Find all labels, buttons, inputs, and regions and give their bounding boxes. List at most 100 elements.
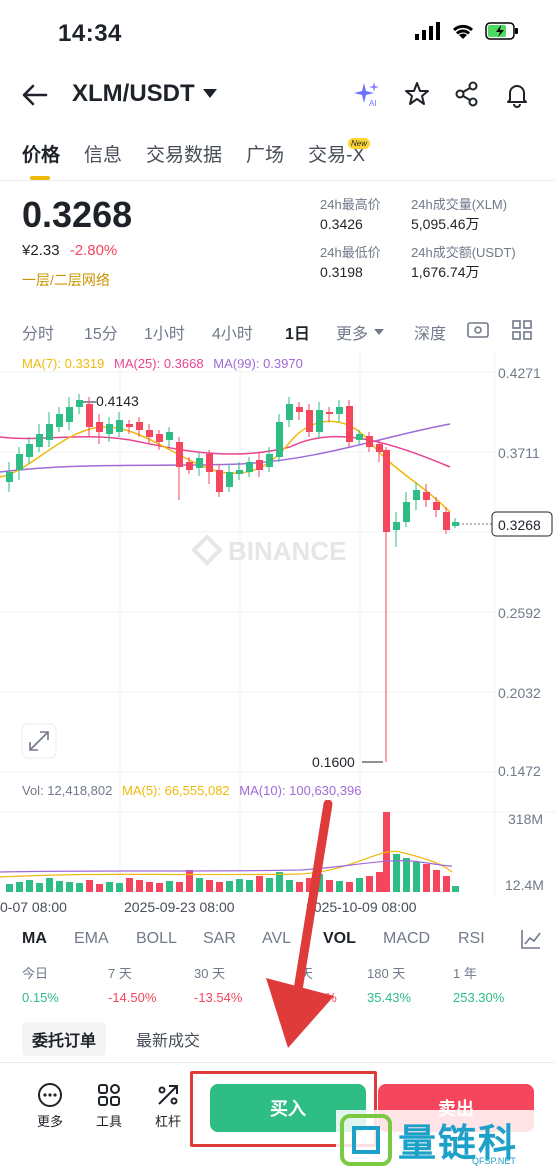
perf-value: 0.15% [22,990,59,1005]
candles-group [6,394,459,762]
ai-sparkle-icon[interactable]: AI [353,80,381,108]
y-tick: 0.4271 [498,365,541,381]
last-price: 0.3268 [22,194,133,235]
perf-180d: 180 天 35.43% [367,963,411,1005]
x-tick: 0-07 08:00 [0,899,67,915]
y-tick: 0.2032 [498,685,541,701]
indicator-ma[interactable]: MA [22,930,47,948]
candle-body [176,442,183,467]
high-marker: 0.4143 [96,393,139,409]
tab-latest-trades[interactable]: 最新成交 [136,1027,200,1051]
vol-ma10: MA(10): 100,630,396 [239,783,362,798]
interval-15m[interactable]: 15分 [84,320,118,344]
volume-bar [116,883,123,892]
candle-body [16,454,23,470]
annotation-arrow [266,800,334,1048]
volume-bar [6,884,13,892]
candle-body [356,434,363,440]
candle-body [66,407,73,422]
perf-value: 253.30% [453,990,505,1005]
stat-value: 0.3426 [320,216,363,232]
vol-y-max: 318M [508,811,543,827]
header-actions: AI [353,80,531,108]
tab-open-orders[interactable]: 委托订单 [22,1022,107,1056]
tab-trading-data[interactable]: 交易数据 [146,140,222,167]
bell-icon[interactable] [503,80,531,108]
volume-bar [216,882,223,892]
brand-site: QFSP.NET [472,1156,516,1166]
volume-bar [126,878,133,892]
more-label: 更多 [36,1114,63,1129]
candle-body [76,400,83,407]
share-icon[interactable] [453,80,481,108]
candle-body [166,432,173,440]
wifi-icon [452,24,474,39]
caret-down-icon [374,329,385,335]
stat-label: 24h成交量(XLM) [411,197,508,212]
candle-body [393,522,400,530]
leverage-button[interactable]: 杠杆 [148,1082,188,1130]
divider [0,1062,555,1063]
stat-value: 0.3198 [320,264,363,280]
interval-1d[interactable]: 1日 [285,320,310,344]
volume-bar [393,854,400,892]
chart-settings-icon[interactable] [467,320,489,340]
candle-body [433,502,440,510]
volume-bar [146,882,153,892]
interval-4h[interactable]: 4小时 [212,320,253,344]
price-cny: ¥2.33 [22,242,60,259]
vol-y-min: 12.4M [505,877,544,893]
candle-body [336,407,343,414]
candle-body [106,424,113,434]
back-arrow-icon[interactable] [20,80,50,110]
tools-button[interactable]: 工具 [89,1082,129,1130]
candle-body [306,410,313,432]
tab-square[interactable]: 广场 [246,140,284,167]
leverage-label: 杠杆 [154,1114,181,1129]
expand-chart-icon[interactable] [21,723,57,759]
volume-bar [26,880,33,892]
volume-bar [76,883,83,892]
stat-24h-vol-usdt: 24h成交额(USDT) 1,676.74万 [411,246,516,279]
perf-value: 35.43% [367,990,412,1005]
star-icon[interactable] [403,80,431,108]
tab-price[interactable]: 价格 [22,140,60,167]
indicator-ema[interactable]: EMA [74,930,109,948]
network-tag[interactable]: 一层/二层网络 [22,270,110,290]
interval-1m[interactable]: 分时 [22,320,54,344]
indicator-sar[interactable]: SAR [203,930,236,948]
candle-body [146,430,153,437]
more-button[interactable]: 更多 [30,1082,70,1130]
volume-bar [376,872,383,892]
perf-7d: 7 天 -14.50% [108,963,156,1005]
candle-body [96,422,103,432]
vol-ma5: MA(5): 66,555,082 [121,783,230,798]
volume-bar [56,881,63,892]
tab-info[interactable]: 信息 [84,140,122,167]
volume-bar [452,886,459,892]
candle-body [226,472,233,487]
indicator-macd[interactable]: MACD [383,930,430,948]
volume-bar [86,880,93,892]
candle-body [26,444,33,457]
volume-bar [226,881,233,892]
vol-value: Vol: 12,418,802 [22,783,113,798]
indicator-rsi[interactable]: RSI [458,930,485,948]
x-tick: 2025-09-23 08:00 [124,899,235,915]
pair-selector[interactable]: XLM/USDT [72,80,217,108]
grid-layout-icon[interactable] [512,320,532,340]
interval-1h[interactable]: 1小时 [144,320,185,344]
divider [0,180,555,181]
candle-body [196,458,203,468]
candle-body [276,422,283,457]
indicator-settings-icon[interactable] [520,928,542,950]
interval-depth[interactable]: 深度 [414,320,446,344]
volume-bar [236,879,243,892]
candle-body [383,450,390,532]
interval-more[interactable]: 更多 [336,320,385,344]
candle-body [443,512,450,530]
candle-body [366,436,373,447]
stat-24h-high: 24h最高价 0.3426 [320,198,381,231]
indicator-boll[interactable]: BOLL [136,930,177,948]
candle-body [376,444,383,452]
